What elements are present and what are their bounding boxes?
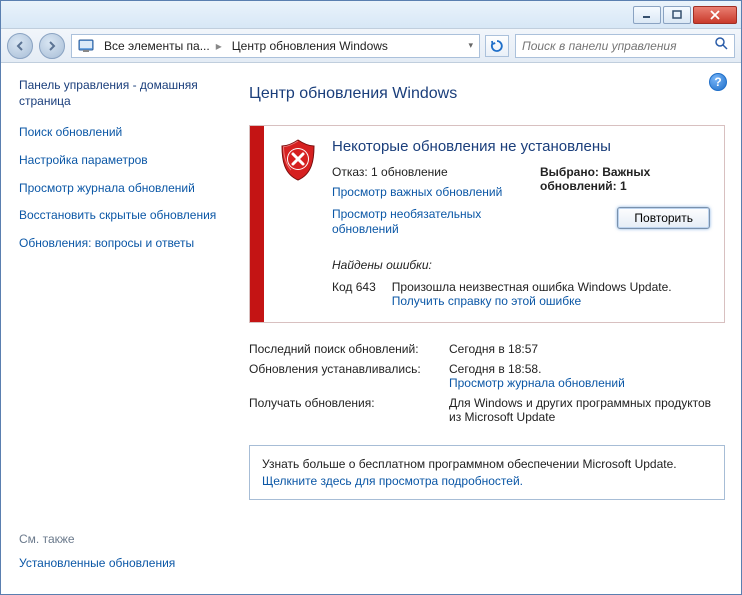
status-stripe <box>250 126 264 322</box>
sidebar-link-check-updates[interactable]: Поиск обновлений <box>19 125 223 141</box>
link-view-optional[interactable]: Просмотр необязательных обновлений <box>332 207 510 238</box>
row-receive: Получать обновления: Для Windows и други… <box>249 393 725 427</box>
breadcrumb-seg-2[interactable]: Центр обновления Windows <box>228 39 392 53</box>
installed-label: Обновления устанавливались: <box>249 359 449 393</box>
nav-toolbar: Все элементы па... ▸ Центр обновления Wi… <box>1 29 741 63</box>
minimize-button[interactable] <box>633 6 661 24</box>
installed-value: Сегодня в 18:58. <box>449 362 541 376</box>
retry-button[interactable]: Повторить <box>617 207 710 229</box>
receive-label: Получать обновления: <box>249 393 449 427</box>
maximize-button[interactable] <box>663 6 691 24</box>
breadcrumb-text: Центр обновления Windows <box>232 39 388 53</box>
titlebar <box>1 1 741 29</box>
forward-button[interactable] <box>39 33 65 59</box>
page-title: Центр обновления Windows <box>249 85 725 103</box>
window-frame: Все элементы па... ▸ Центр обновления Wi… <box>0 0 742 595</box>
error-message: Произошла неизвестная ошибка Windows Upd… <box>392 280 672 294</box>
link-error-help[interactable]: Получить справку по этой ошибке <box>392 294 581 308</box>
breadcrumb-text: Все элементы па... <box>104 39 210 53</box>
breadcrumb-dropdown[interactable]: ▾ <box>462 40 479 51</box>
row-installed: Обновления устанавливались: Сегодня в 18… <box>249 359 725 393</box>
status-panel: Некоторые обновления не установлены Отка… <box>249 125 725 323</box>
refusal-count: Отказ: 1 обновление <box>332 165 510 179</box>
back-button[interactable] <box>7 33 33 59</box>
breadcrumb-bar[interactable]: Все элементы па... ▸ Центр обновления Wi… <box>71 34 480 58</box>
last-search-value: Сегодня в 18:57 <box>449 339 725 359</box>
search-box[interactable] <box>515 34 735 58</box>
sidebar-link-history[interactable]: Просмотр журнала обновлений <box>19 181 223 197</box>
search-input[interactable] <box>522 39 714 53</box>
promo-link[interactable]: Щелкните здесь для просмотра подробносте… <box>262 474 523 488</box>
sidebar-link-settings[interactable]: Настройка параметров <box>19 153 223 169</box>
link-view-important[interactable]: Просмотр важных обновлений <box>332 185 510 201</box>
link-history[interactable]: Просмотр журнала обновлений <box>449 376 625 390</box>
content-body: Панель управления - домашняя страница По… <box>1 63 741 594</box>
status-title: Некоторые обновления не установлены <box>332 138 710 155</box>
errors-heading: Найдены ошибки: <box>332 258 710 272</box>
sidebar-link-installed-updates[interactable]: Установленные обновления <box>19 556 223 572</box>
receive-value: Для Windows и других программных продукт… <box>449 393 725 427</box>
sidebar: Панель управления - домашняя страница По… <box>1 63 231 594</box>
last-search-label: Последний поиск обновлений: <box>249 339 449 359</box>
selected-updates-label: Выбрано: Важных обновлений: 1 <box>540 165 710 193</box>
promo-box: Узнать больше о бесплатном программном о… <box>249 445 725 501</box>
search-icon <box>714 36 728 55</box>
control-panel-home-link[interactable]: Панель управления - домашняя страница <box>19 77 223 109</box>
help-icon[interactable]: ? <box>709 73 727 91</box>
chevron-right-icon: ▸ <box>214 39 224 53</box>
close-button[interactable] <box>693 6 737 24</box>
refresh-button[interactable] <box>485 35 509 57</box>
error-code: Код 643 <box>332 280 376 308</box>
main-content: ? Центр обновления Windows <box>231 63 741 594</box>
info-table: Последний поиск обновлений: Сегодня в 18… <box>249 339 725 427</box>
breadcrumb-seg-1[interactable]: Все элементы па... ▸ <box>100 39 228 53</box>
sidebar-link-restore-hidden[interactable]: Восстановить скрытые обновления <box>19 208 223 224</box>
promo-text: Узнать больше о бесплатном программном о… <box>262 457 677 471</box>
row-last-search: Последний поиск обновлений: Сегодня в 18… <box>249 339 725 359</box>
sidebar-link-faq[interactable]: Обновления: вопросы и ответы <box>19 236 223 252</box>
control-panel-icon <box>76 36 96 56</box>
shield-error-icon <box>278 138 318 182</box>
see-also-heading: См. также <box>19 532 223 546</box>
